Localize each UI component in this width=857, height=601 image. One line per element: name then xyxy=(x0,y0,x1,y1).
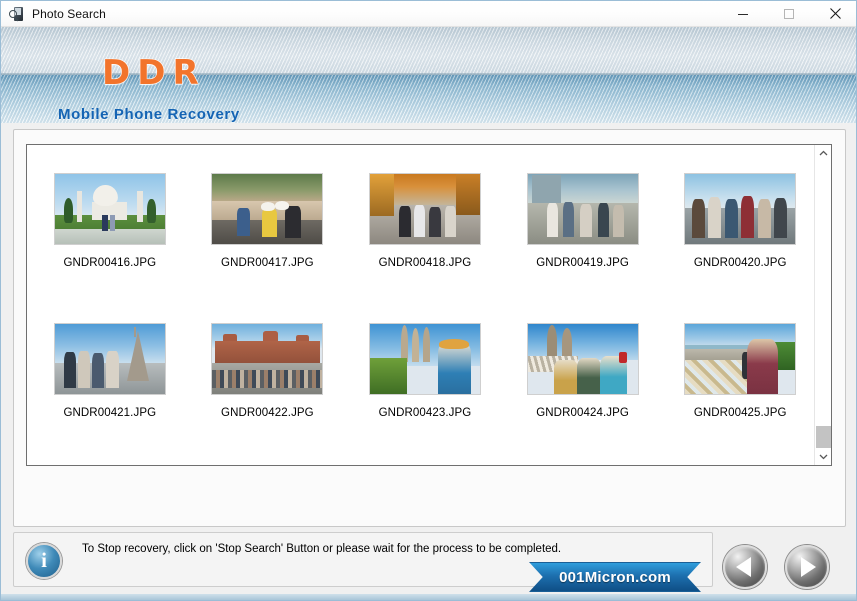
bottom-strip xyxy=(1,594,856,600)
thumbnail-filename: GNDR00418.JPG xyxy=(378,257,472,269)
thumbnail-filename: GNDR00425.JPG xyxy=(693,407,787,419)
phone-search-icon xyxy=(9,6,25,22)
thumbnail-image-eiffel-selfie[interactable] xyxy=(53,323,166,395)
list-item[interactable]: GNDR00423.JPG xyxy=(350,323,500,453)
footer-message: To Stop recovery, click on 'Stop Search'… xyxy=(82,543,562,555)
thumbnail-filename: GNDR00419.JPG xyxy=(536,257,629,269)
thumbnail-image-selfie-trio[interactable] xyxy=(526,323,639,395)
scrollbar-thumb[interactable] xyxy=(816,426,831,448)
close-button[interactable] xyxy=(812,1,856,27)
info-icon: i xyxy=(26,543,62,579)
thumbnail-image-shopping-street[interactable] xyxy=(368,173,481,245)
thumbnail-image-group-friends[interactable] xyxy=(684,173,797,245)
list-item[interactable]: GNDR00424.JPG xyxy=(508,323,658,453)
list-item[interactable]: GNDR00425.JPG xyxy=(665,323,815,453)
thumbnail-scroll-content: GNDR00416.JPG GNDR00417.JPG GNDR00418.JP… xyxy=(27,145,815,465)
thumbnail-image-street-market[interactable] xyxy=(211,173,324,245)
thumbnail-filename: GNDR00421.JPG xyxy=(63,407,157,419)
window-title: Photo Search xyxy=(32,6,106,21)
list-item[interactable]: GNDR00419.JPG xyxy=(508,173,658,303)
arrow-left-icon xyxy=(736,557,751,577)
title-bar: Photo Search xyxy=(1,1,856,27)
thumbnail-vertical-scrollbar[interactable] xyxy=(814,145,831,465)
list-item[interactable]: GNDR00421.JPG xyxy=(35,323,185,453)
list-item[interactable]: GNDR00418.JPG xyxy=(350,173,500,303)
previous-button[interactable] xyxy=(723,545,767,589)
main-panel: GNDR00416.JPG GNDR00417.JPG GNDR00418.JP… xyxy=(13,129,846,600)
thumbnail-image-sagrada-hat[interactable] xyxy=(368,323,481,395)
thumbnail-image-red-fort[interactable] xyxy=(211,323,324,395)
ddr-logo: DDR xyxy=(101,53,206,93)
thumbnail-image-taj-mahal[interactable] xyxy=(53,173,166,245)
maximize-button[interactable] xyxy=(766,1,812,27)
list-item[interactable]: GNDR00417.JPG xyxy=(193,173,343,303)
thumbnail-filename: GNDR00420.JPG xyxy=(693,257,787,269)
thumbnail-image-city-crowd[interactable] xyxy=(526,173,639,245)
thumbnail-filename: GNDR00424.JPG xyxy=(536,407,629,419)
brand-ribbon[interactable]: 001Micron.com xyxy=(529,562,701,592)
banner-subtitle: Mobile Phone Recovery xyxy=(58,106,240,123)
thumbnail-filename: GNDR00423.JPG xyxy=(378,407,472,419)
arrow-right-icon xyxy=(801,557,816,577)
thumbnail-filename: GNDR00422.JPG xyxy=(221,407,314,419)
list-item[interactable]: GNDR00422.JPG xyxy=(193,323,343,453)
thumbnail-row: GNDR00421.JPG GNDR00422.JPG GNDR00423.JP… xyxy=(27,323,815,453)
application-window: Photo Search DDR Mobile Phone Recovery G… xyxy=(0,0,857,601)
minimize-button[interactable] xyxy=(720,1,766,27)
scroll-up-arrow-icon[interactable] xyxy=(815,145,831,162)
thumbnail-image-park-guell[interactable] xyxy=(684,323,797,395)
thumbnail-filename: GNDR00417.JPG xyxy=(221,257,314,269)
list-item[interactable]: GNDR00420.JPG xyxy=(665,173,815,303)
brand-text: 001Micron.com xyxy=(559,568,671,586)
list-item[interactable]: GNDR00416.JPG xyxy=(35,173,185,303)
scroll-down-arrow-icon[interactable] xyxy=(815,448,831,465)
app-banner: DDR Mobile Phone Recovery xyxy=(1,27,856,123)
thumbnail-list-view[interactable]: GNDR00416.JPG GNDR00417.JPG GNDR00418.JP… xyxy=(26,144,832,466)
thumbnail-row: GNDR00416.JPG GNDR00417.JPG GNDR00418.JP… xyxy=(27,173,815,303)
window-controls xyxy=(720,1,856,27)
next-button[interactable] xyxy=(785,545,829,589)
scrollbar-track[interactable] xyxy=(815,162,831,448)
thumbnail-filename: GNDR00416.JPG xyxy=(63,257,157,269)
